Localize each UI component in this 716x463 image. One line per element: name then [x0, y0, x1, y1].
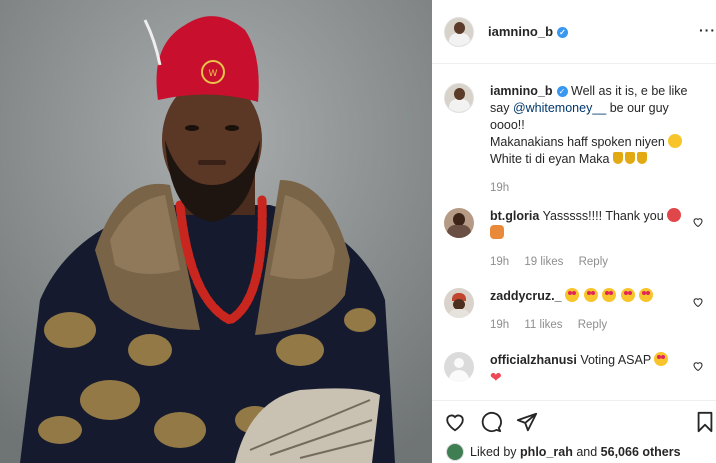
person-emoji-icon: [490, 225, 504, 239]
verified-icon: ✓: [557, 27, 569, 38]
liked-by: Liked by phlo_rah and 56,066 others: [446, 443, 681, 461]
comments-list: iamnino_b ✓ Well as it is, e be like say …: [432, 65, 716, 400]
heart-icon[interactable]: [692, 360, 704, 372]
reply-button[interactable]: Reply: [578, 319, 607, 331]
mention-link[interactable]: @whitemoney__: [513, 101, 606, 115]
hands-over-face-emoji-icon: [668, 134, 683, 148]
heart-eyes-emoji-icon: [638, 288, 653, 302]
svg-text:W: W: [209, 69, 218, 79]
heart-eyes-emoji-icon: [620, 288, 635, 302]
likes-count[interactable]: 56,066 others: [601, 445, 681, 459]
post-sidebar: iamnino_b ✓ ··· iamnino_b ✓ Well as it is,…: [432, 0, 716, 463]
heart-icon[interactable]: [444, 411, 466, 433]
comment-likes[interactable]: 11 likes: [524, 319, 562, 331]
avatar[interactable]: [444, 83, 474, 113]
comment-item: zaddycruz._ 19h 11 likes Reply: [444, 288, 706, 334]
comment-item: officialzhanusi Voting ASAP ❤: [444, 352, 706, 387]
bookmark-icon[interactable]: [694, 411, 716, 433]
caption: iamnino_b ✓ Well as it is, e be like say …: [444, 83, 706, 197]
avatar[interactable]: [444, 208, 474, 238]
comment-text: Yasssss!!!! Thank you: [542, 209, 664, 223]
red-heart-emoji-icon: ❤: [490, 369, 502, 385]
avatar[interactable]: [444, 352, 474, 382]
avatar[interactable]: [444, 288, 474, 318]
heart-eyes-emoji-icon: [583, 288, 598, 302]
post-photo[interactable]: W: [0, 0, 432, 463]
caption-line-2: Makanakians haff spoken niyen: [490, 135, 665, 149]
reply-button[interactable]: Reply: [579, 256, 608, 268]
trophy-icon: [612, 152, 623, 164]
portrait-image: W: [0, 0, 432, 463]
heart-icon[interactable]: [692, 296, 704, 308]
comment-username[interactable]: zaddycruz._: [490, 289, 562, 303]
liked-by-prefix: Liked by: [470, 445, 517, 459]
liked-by-user[interactable]: phlo_rah: [520, 445, 573, 459]
trophy-icon: [624, 152, 635, 164]
post-header: iamnino_b ✓ ···: [432, 0, 716, 64]
caption-username[interactable]: iamnino_b: [490, 84, 553, 98]
angry-face-emoji-icon: [667, 208, 682, 222]
caption-time[interactable]: 19h: [490, 182, 509, 194]
heart-eyes-emoji-icon: [602, 288, 617, 302]
comment-username[interactable]: officialzhanusi: [490, 353, 577, 367]
comment-item: bt.gloria Yasssss!!!! Thank you 19h 19 l…: [444, 208, 706, 271]
author-username[interactable]: iamnino_b ✓: [488, 24, 569, 39]
action-bar: Liked by phlo_rah and 56,066 others: [432, 400, 716, 463]
heart-eyes-emoji-icon: [565, 288, 580, 302]
avatar[interactable]: [446, 443, 464, 461]
heart-icon[interactable]: [692, 216, 704, 228]
comment-text: Voting ASAP: [580, 353, 651, 367]
comment-username[interactable]: bt.gloria: [490, 209, 539, 223]
comment-likes[interactable]: 19 likes: [524, 256, 563, 268]
trophy-icon: [636, 152, 647, 164]
more-horizontal-icon[interactable]: ···: [699, 22, 716, 38]
comment-time[interactable]: 19h: [490, 256, 509, 268]
avatar[interactable]: [444, 16, 474, 47]
liked-by-conj: and: [576, 445, 598, 459]
verified-icon: ✓: [556, 86, 568, 97]
comment-time[interactable]: 19h: [490, 319, 509, 331]
send-icon[interactable]: [516, 411, 538, 433]
heart-eyes-emoji-icon: [654, 352, 669, 366]
comment-icon[interactable]: [480, 411, 502, 433]
caption-line-3: White ti di eyan Maka: [490, 152, 610, 166]
